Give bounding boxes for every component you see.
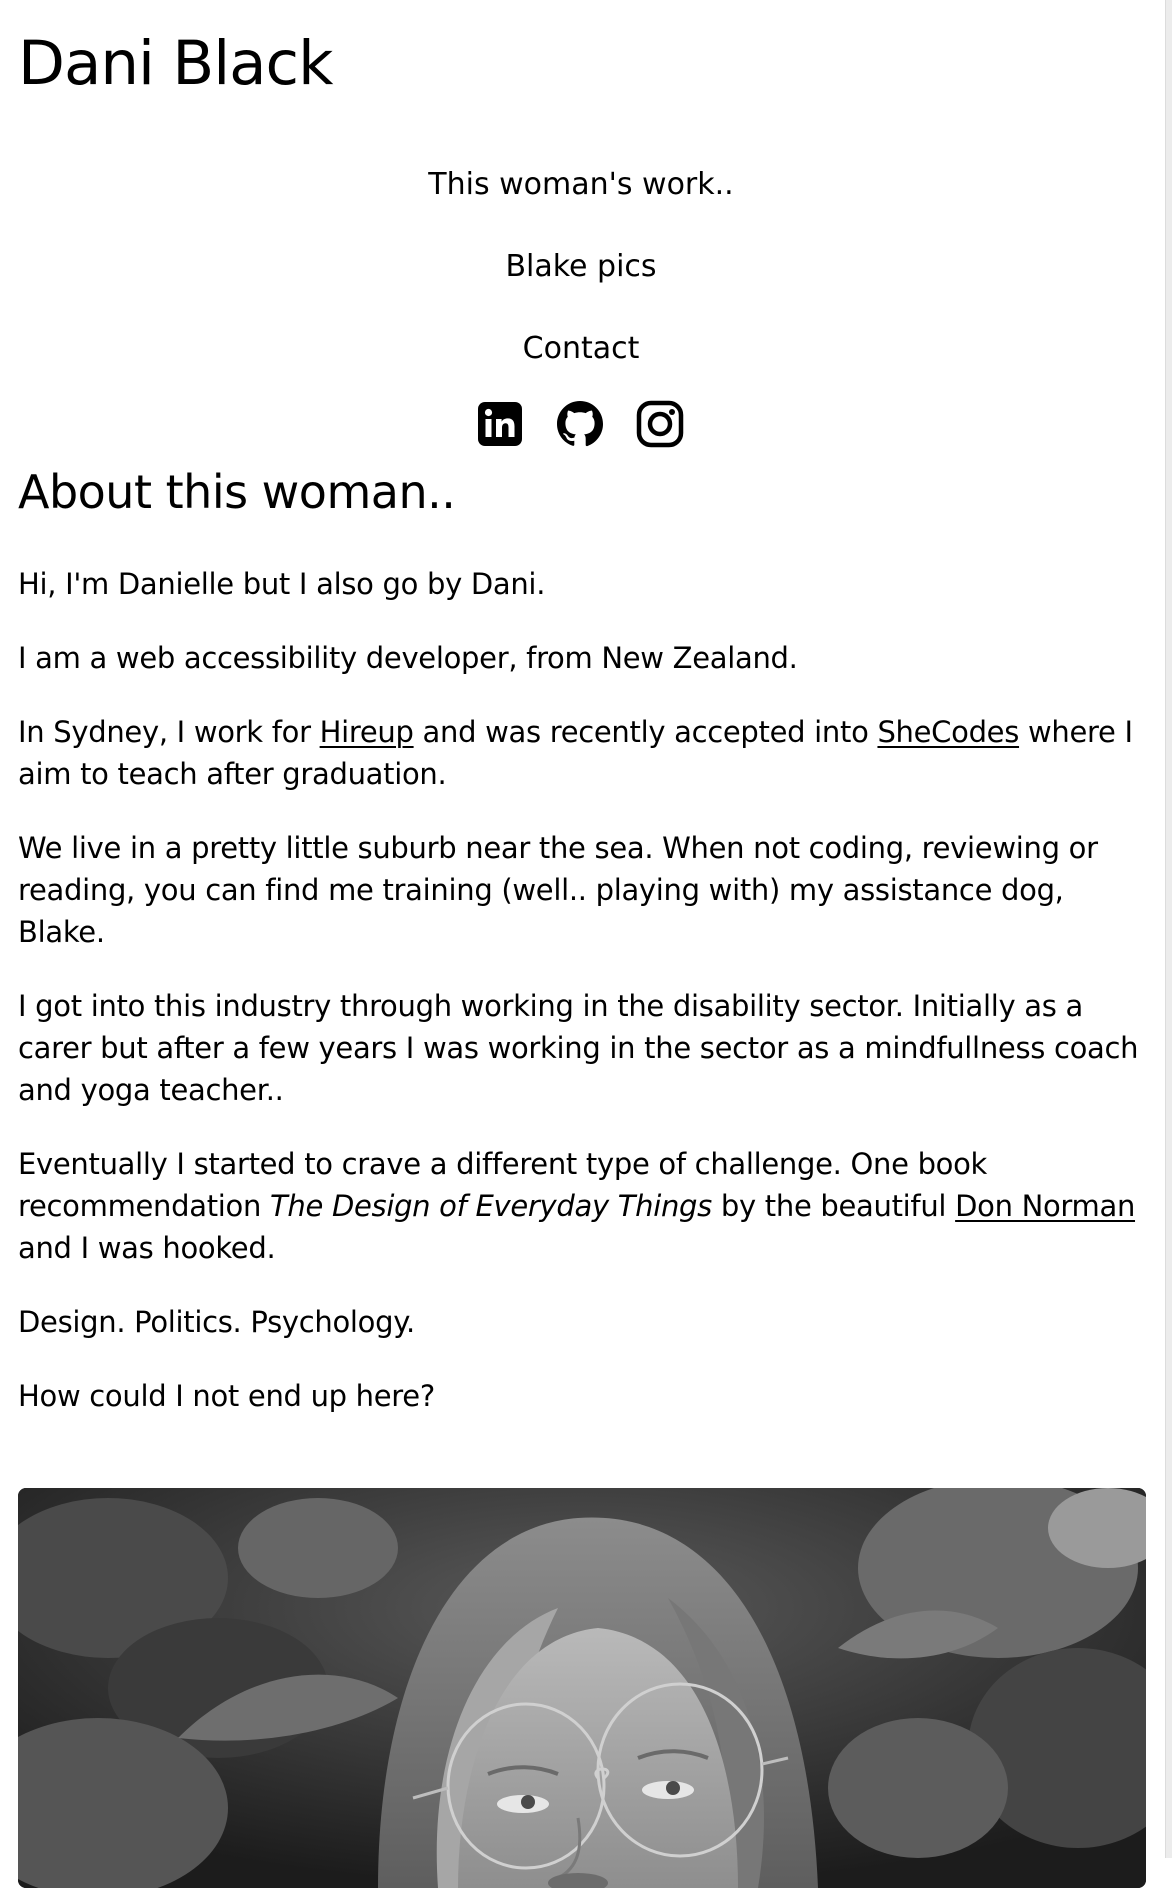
about-paragraph-work: In Sydney, I work for Hireup and was rec… xyxy=(18,711,1148,795)
instagram-link[interactable] xyxy=(634,398,686,450)
text-segment: In Sydney, I work for xyxy=(18,715,320,749)
portrait-photo xyxy=(18,1488,1146,1888)
about-heading: About this woman.. xyxy=(18,465,456,519)
about-paragraph-home: We live in a pretty little suburb near t… xyxy=(18,831,1098,949)
social-links xyxy=(474,398,694,450)
text-segment: and was recently accepted into xyxy=(413,715,878,749)
text-segment: by the beautiful xyxy=(711,1189,956,1223)
github-icon xyxy=(557,401,603,447)
text-segment: and I was hooked. xyxy=(18,1231,276,1265)
about-paragraph-intro: Hi, I'm Danielle but I also go by Dani. xyxy=(18,567,546,601)
about-paragraph-challenge: Eventually I started to crave a differen… xyxy=(18,1143,1148,1269)
about-paragraph-closing: How could I not end up here? xyxy=(18,1379,435,1413)
page: Dani Black This woman's work.. Blake pic… xyxy=(0,0,1166,1888)
don-norman-link[interactable]: Don Norman xyxy=(955,1189,1135,1223)
nav-link-blake-pics[interactable]: Blake pics xyxy=(0,246,1162,288)
shecodes-link[interactable]: SheCodes xyxy=(877,715,1019,749)
site-title: Dani Black xyxy=(18,28,333,99)
nav-link-contact[interactable]: Contact xyxy=(0,328,1162,370)
book-title: The Design of Everyday Things xyxy=(269,1189,712,1223)
hireup-link[interactable]: Hireup xyxy=(320,715,414,749)
about-paragraph-career: I got into this industry through working… xyxy=(18,989,1139,1107)
linkedin-icon xyxy=(478,402,522,446)
about-paragraph-role: I am a web accessibility developer, from… xyxy=(18,641,798,675)
linkedin-link[interactable] xyxy=(474,398,526,450)
github-link[interactable] xyxy=(554,398,606,450)
portrait-illustration xyxy=(18,1488,1146,1888)
about-paragraph-interests: Design. Politics. Psychology. xyxy=(18,1305,415,1339)
nav-link-work[interactable]: This woman's work.. xyxy=(0,164,1162,206)
page-scrollbar[interactable] xyxy=(1165,0,1172,1858)
instagram-icon xyxy=(636,400,684,448)
